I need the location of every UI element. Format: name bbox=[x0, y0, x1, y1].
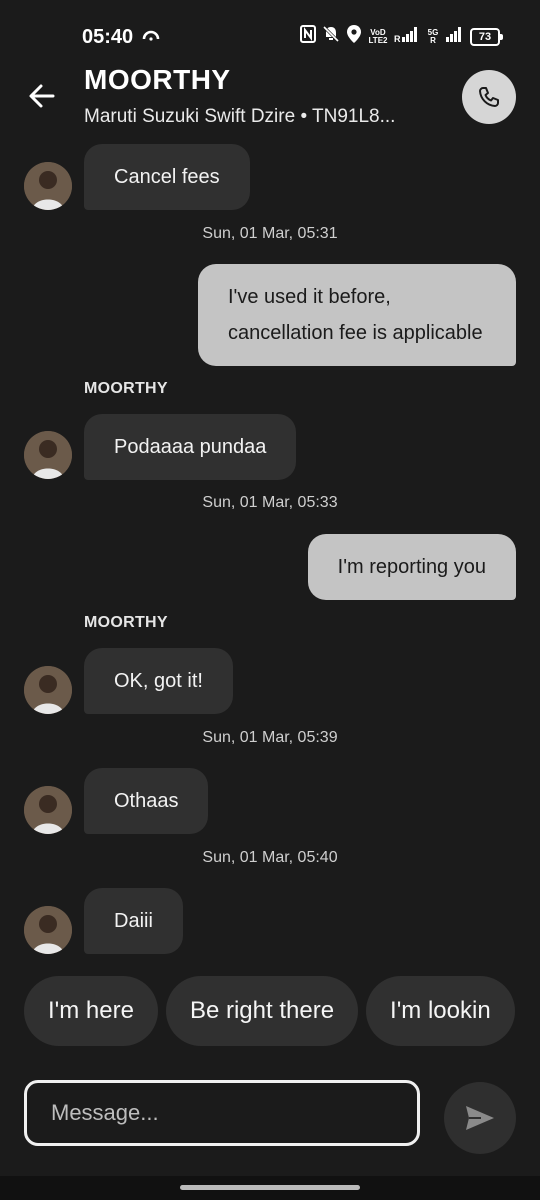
message-timestamp: Sun, 01 Mar, 05:39 bbox=[202, 729, 338, 746]
arrow-left-icon bbox=[29, 84, 55, 108]
battery-indicator: 73 bbox=[470, 27, 503, 46]
message-timestamp: Sun, 01 Mar, 05:40 bbox=[202, 849, 338, 866]
message-bubble-incoming: Othaas bbox=[84, 768, 209, 834]
message-input[interactable] bbox=[49, 1099, 393, 1127]
quick-reply-chip[interactable]: Be right there bbox=[165, 976, 359, 1046]
back-button[interactable] bbox=[26, 80, 58, 112]
message-text: I've used it before, cancellation fee is… bbox=[228, 286, 483, 344]
avatar bbox=[24, 906, 72, 954]
network-label-1: VoD LTE2 bbox=[368, 27, 388, 45]
hotspot-icon bbox=[142, 28, 160, 46]
contact-name: MOORTHY bbox=[84, 64, 231, 95]
mute-bell-icon bbox=[322, 25, 340, 48]
signal-icon-2 bbox=[446, 25, 464, 48]
message-bubble-incoming: Daiii bbox=[84, 888, 183, 954]
message-bubble-incoming: Cancel fees bbox=[84, 144, 250, 210]
sender-label: MOORTHY bbox=[84, 380, 168, 397]
send-button[interactable] bbox=[444, 1082, 516, 1154]
avatar bbox=[24, 162, 72, 210]
chat-header: MOORTHY Maruti Suzuki Swift Dzire • TN91… bbox=[0, 64, 540, 134]
message-bubble-outgoing: I'm reporting you bbox=[307, 534, 516, 600]
quick-reply-chip[interactable]: I'm here bbox=[24, 976, 158, 1046]
home-gesture-handle[interactable] bbox=[180, 1185, 360, 1190]
message-timestamp: Sun, 01 Mar, 05:33 bbox=[202, 494, 338, 511]
call-button[interactable] bbox=[462, 70, 516, 124]
send-icon bbox=[466, 1106, 494, 1130]
sender-label: MOORTHY bbox=[84, 614, 168, 631]
quick-replies: I'm here Be right there I'm lookin bbox=[24, 976, 540, 1048]
location-icon bbox=[346, 24, 362, 49]
phone-icon bbox=[479, 87, 499, 107]
status-time: 05:40 bbox=[82, 26, 134, 48]
avatar bbox=[24, 431, 72, 479]
network-roaming-label: R bbox=[430, 35, 436, 45]
svg-text:R: R bbox=[394, 34, 401, 43]
nfc-icon bbox=[300, 25, 316, 48]
message-bubble-incoming: Podaaaa pundaa bbox=[84, 414, 297, 480]
network-label-2: 5G R bbox=[426, 28, 440, 45]
signal-icon: R bbox=[394, 25, 420, 48]
message-bubble-incoming: OK, got it! bbox=[84, 648, 233, 714]
vehicle-info: Maruti Suzuki Swift Dzire • TN91L8... bbox=[84, 106, 396, 127]
message-bubble-outgoing: I've used it before, cancellation fee is… bbox=[198, 264, 516, 366]
message-composer bbox=[24, 1080, 420, 1146]
quick-reply-chip[interactable]: I'm lookin bbox=[366, 976, 515, 1046]
message-timestamp: Sun, 01 Mar, 05:31 bbox=[202, 225, 338, 242]
avatar bbox=[24, 666, 72, 714]
avatar bbox=[24, 786, 72, 834]
status-bar: 05:40 VoD LTE2 R 5G R 73 bbox=[0, 0, 540, 64]
